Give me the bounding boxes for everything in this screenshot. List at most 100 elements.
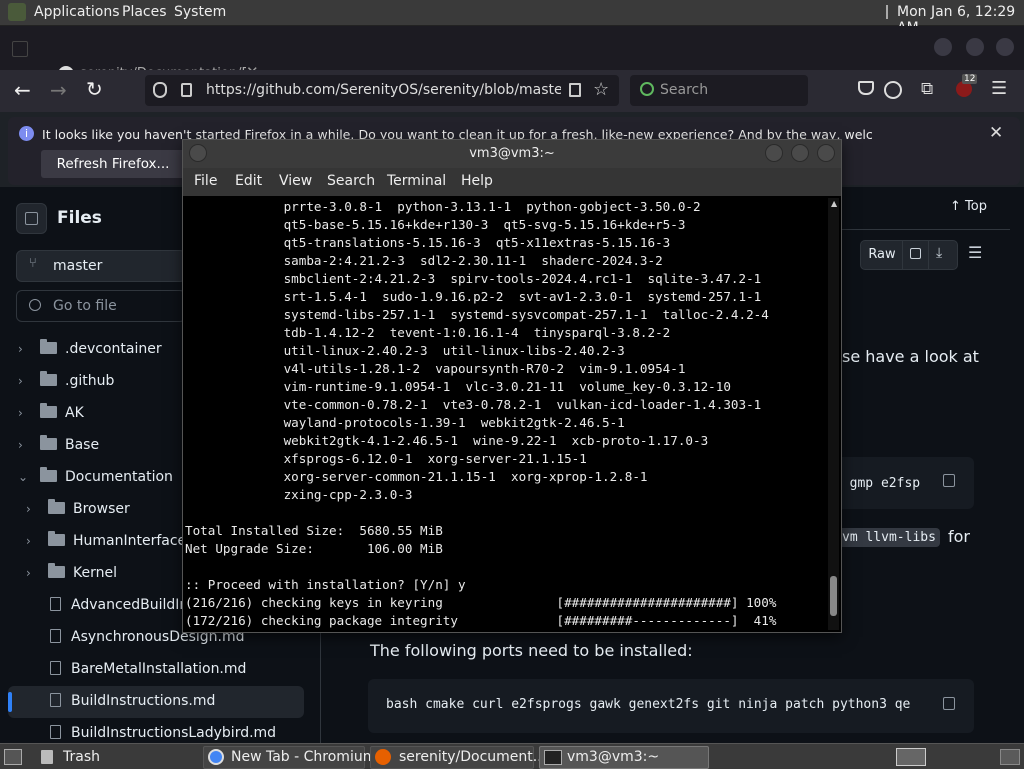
chevron-down-icon: ⌄ [18,470,29,484]
menu-applications[interactable]: Applications [34,4,120,20]
bookmark-star-icon[interactable]: ☆ [593,79,609,100]
taskbar-item-firefox[interactable]: serenity/Document... [370,746,546,769]
terminal-icon [544,750,562,765]
tracking-shield-icon[interactable] [153,82,167,98]
taskbar-label: vm3@vm3:~ [567,749,660,765]
content-text-fragment: se have a look at [842,347,979,366]
terminal-menu-search[interactable]: Search [327,173,375,189]
terminal-window[interactable]: vm3@vm3:~ File Edit View Search Terminal… [182,139,842,633]
chevron-right-icon: › [18,406,23,420]
branch-name: master [53,258,103,274]
refresh-firefox-button[interactable]: Refresh Firefox... [41,150,185,178]
hamburger-menu-icon[interactable]: ☰ [991,78,1007,99]
window-close-button[interactable] [996,38,1014,56]
trash-applet-icon[interactable] [1000,749,1020,765]
url-bar[interactable]: https://github.com/SerenityOS/serenity/b… [145,75,619,106]
terminal-output[interactable]: prrte-3.0.8-1 python-3.13.1-1 python-gob… [185,198,825,630]
ports-code-block: bash cmake curl e2fsprogs gawk genext2fs… [368,679,974,733]
terminal-menu-view[interactable]: View [279,173,312,189]
terminal-menu-edit[interactable]: Edit [235,173,262,189]
forward-arrow-icon[interactable]: → [50,78,67,102]
search-icon [640,82,654,96]
terminal-title: vm3@vm3:~ [469,146,555,161]
tree-item-label: Base [65,437,100,453]
reload-icon[interactable]: ↻ [86,77,103,101]
url-text[interactable]: https://github.com/SerenityOS/serenity/b… [206,82,561,98]
pocket-icon[interactable] [858,81,874,95]
tree-item-humaninterface[interactable]: › HumanInterfaceG [26,531,198,549]
tree-item-devcontainer[interactable]: › .devcontainer [18,339,162,357]
chevron-right-icon: › [18,438,23,452]
tree-item-label: BareMetalInstallation.md [71,661,247,677]
folder-icon [40,403,57,418]
file-icon [50,661,61,675]
chevron-right-icon: › [26,534,31,548]
file-icon [50,725,61,739]
raw-button[interactable]: Raw [860,240,904,270]
copy-raw-button[interactable] [902,240,930,270]
menu-system[interactable]: System [174,4,226,20]
ports-heading-text: The following ports need to be installed… [370,641,693,660]
terminal-close-button[interactable] [817,144,835,162]
goto-file-input[interactable]: Go to file [16,290,186,322]
terminal-maximize-button[interactable] [791,144,809,162]
code-fragment: c gmp e2fsp [834,476,921,491]
outline-list-icon[interactable]: ☰ [968,243,982,262]
reader-view-icon[interactable] [569,83,581,97]
terminal-menu-terminal[interactable]: Terminal [387,173,446,189]
tree-item-github[interactable]: › .github [18,371,114,389]
tree-item-base[interactable]: › Base [18,435,100,453]
tree-item-label: Browser [73,501,130,517]
sidebar-panel-icon [25,212,38,225]
terminal-minimize-button[interactable] [765,144,783,162]
tree-item-advancedbuild[interactable]: AdvancedBuildIns [50,597,196,613]
top-link-label: Top [965,199,987,214]
goto-file-placeholder: Go to file [53,298,117,314]
distro-logo-icon[interactable] [8,3,26,21]
tab-overview-icon[interactable] [12,41,28,57]
copy-ports-icon[interactable] [943,697,955,710]
window-minimize-button[interactable] [934,38,952,56]
account-icon[interactable] [884,81,902,99]
scroll-up-arrow-icon[interactable]: ▲ [831,199,837,208]
search-box[interactable]: Search [630,75,808,106]
download-button[interactable]: ⤓ [928,240,958,270]
show-desktop-icon[interactable] [4,749,22,765]
separator-handle-icon [886,5,888,19]
copy-code-icon[interactable] [943,474,955,487]
tree-item-buildladybird[interactable]: BuildInstructionsLadybird.md [50,725,276,741]
folder-icon [40,339,57,354]
top-link[interactable]: ↑ Top [950,199,987,214]
tree-item-browser[interactable]: › Browser [26,499,130,517]
folder-icon [40,371,57,386]
tree-item-baremetal[interactable]: BareMetalInstallation.md [50,661,246,677]
menu-places[interactable]: Places [122,4,167,20]
tree-item-buildinstructions[interactable]: BuildInstructions.md [50,693,215,709]
text-for: for [948,527,970,546]
branch-selector[interactable]: ⑂ master [16,250,186,282]
extensions-puzzle-icon[interactable]: ⧉ [921,79,933,99]
tree-item-documentation[interactable]: ⌄ Documentation [18,467,173,485]
taskbar-item-terminal[interactable]: vm3@vm3:~ [539,746,709,769]
terminal-titlebar[interactable]: vm3@vm3:~ [183,140,841,168]
search-icon [29,299,41,311]
tree-item-kernel[interactable]: › Kernel [26,563,117,581]
notification-close-icon[interactable]: ✕ [989,123,1003,143]
chromium-icon [208,749,224,765]
terminal-menu-file[interactable]: File [194,173,217,189]
lock-icon[interactable] [181,83,192,97]
taskbar-item-trash[interactable]: Trash [36,746,198,769]
workspace-switcher-icon[interactable] [896,748,926,766]
tree-item-ak[interactable]: › AK [18,403,84,421]
taskbar-label: New Tab - Chromium [231,749,377,765]
terminal-scrollbar[interactable]: ▲ [828,198,839,630]
chevron-right-icon: › [26,502,31,516]
window-maximize-button[interactable] [966,38,984,56]
back-arrow-icon[interactable]: ← [14,78,31,102]
taskbar-item-chromium[interactable]: New Tab - Chromium [203,746,376,769]
tree-item-label: HumanInterfaceG [73,533,198,549]
collapse-sidebar-button[interactable] [16,203,47,234]
terminal-menu-help[interactable]: Help [461,173,493,189]
ports-code: bash cmake curl e2fsprogs gawk genext2fs… [386,697,911,712]
scrollbar-thumb[interactable] [830,576,837,616]
